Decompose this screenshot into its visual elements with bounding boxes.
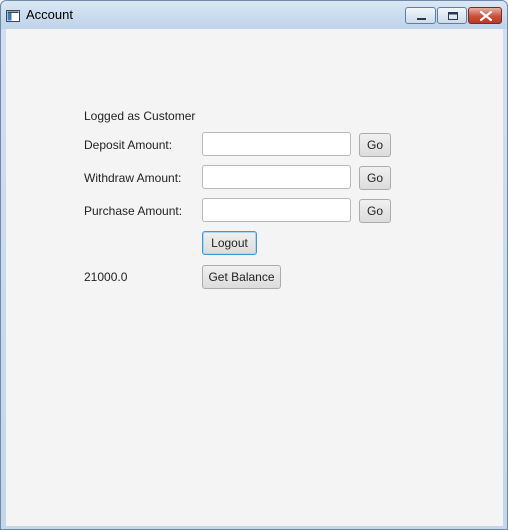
maximize-button[interactable] — [437, 7, 467, 24]
app-icon — [6, 9, 20, 22]
close-icon — [479, 10, 493, 22]
minimize-button[interactable] — [405, 7, 436, 24]
withdraw-go-button[interactable]: Go — [359, 166, 391, 190]
minimize-icon — [417, 18, 426, 20]
login-status-label: Logged as Customer — [84, 109, 196, 123]
account-panel: Logged as Customer Deposit Amount: Go Wi… — [6, 29, 503, 526]
account-window: Account Logged as Customer Deposit Amoun… — [0, 0, 508, 530]
logout-button[interactable]: Logout — [202, 231, 257, 255]
purchase-label: Purchase Amount: — [84, 204, 183, 218]
maximize-icon — [448, 12, 458, 20]
withdraw-amount-input[interactable] — [202, 165, 351, 189]
deposit-label: Deposit Amount: — [84, 138, 173, 152]
balance-value: 21000.0 — [84, 270, 128, 284]
title-bar[interactable]: Account — [1, 1, 507, 29]
withdraw-label: Withdraw Amount: — [84, 171, 182, 185]
deposit-amount-input[interactable] — [202, 132, 351, 156]
get-balance-button[interactable]: Get Balance — [202, 265, 281, 289]
purchase-amount-input[interactable] — [202, 198, 351, 222]
purchase-go-button[interactable]: Go — [359, 199, 391, 223]
window-title: Account — [26, 7, 73, 22]
close-button[interactable] — [468, 7, 502, 24]
deposit-go-button[interactable]: Go — [359, 133, 391, 157]
